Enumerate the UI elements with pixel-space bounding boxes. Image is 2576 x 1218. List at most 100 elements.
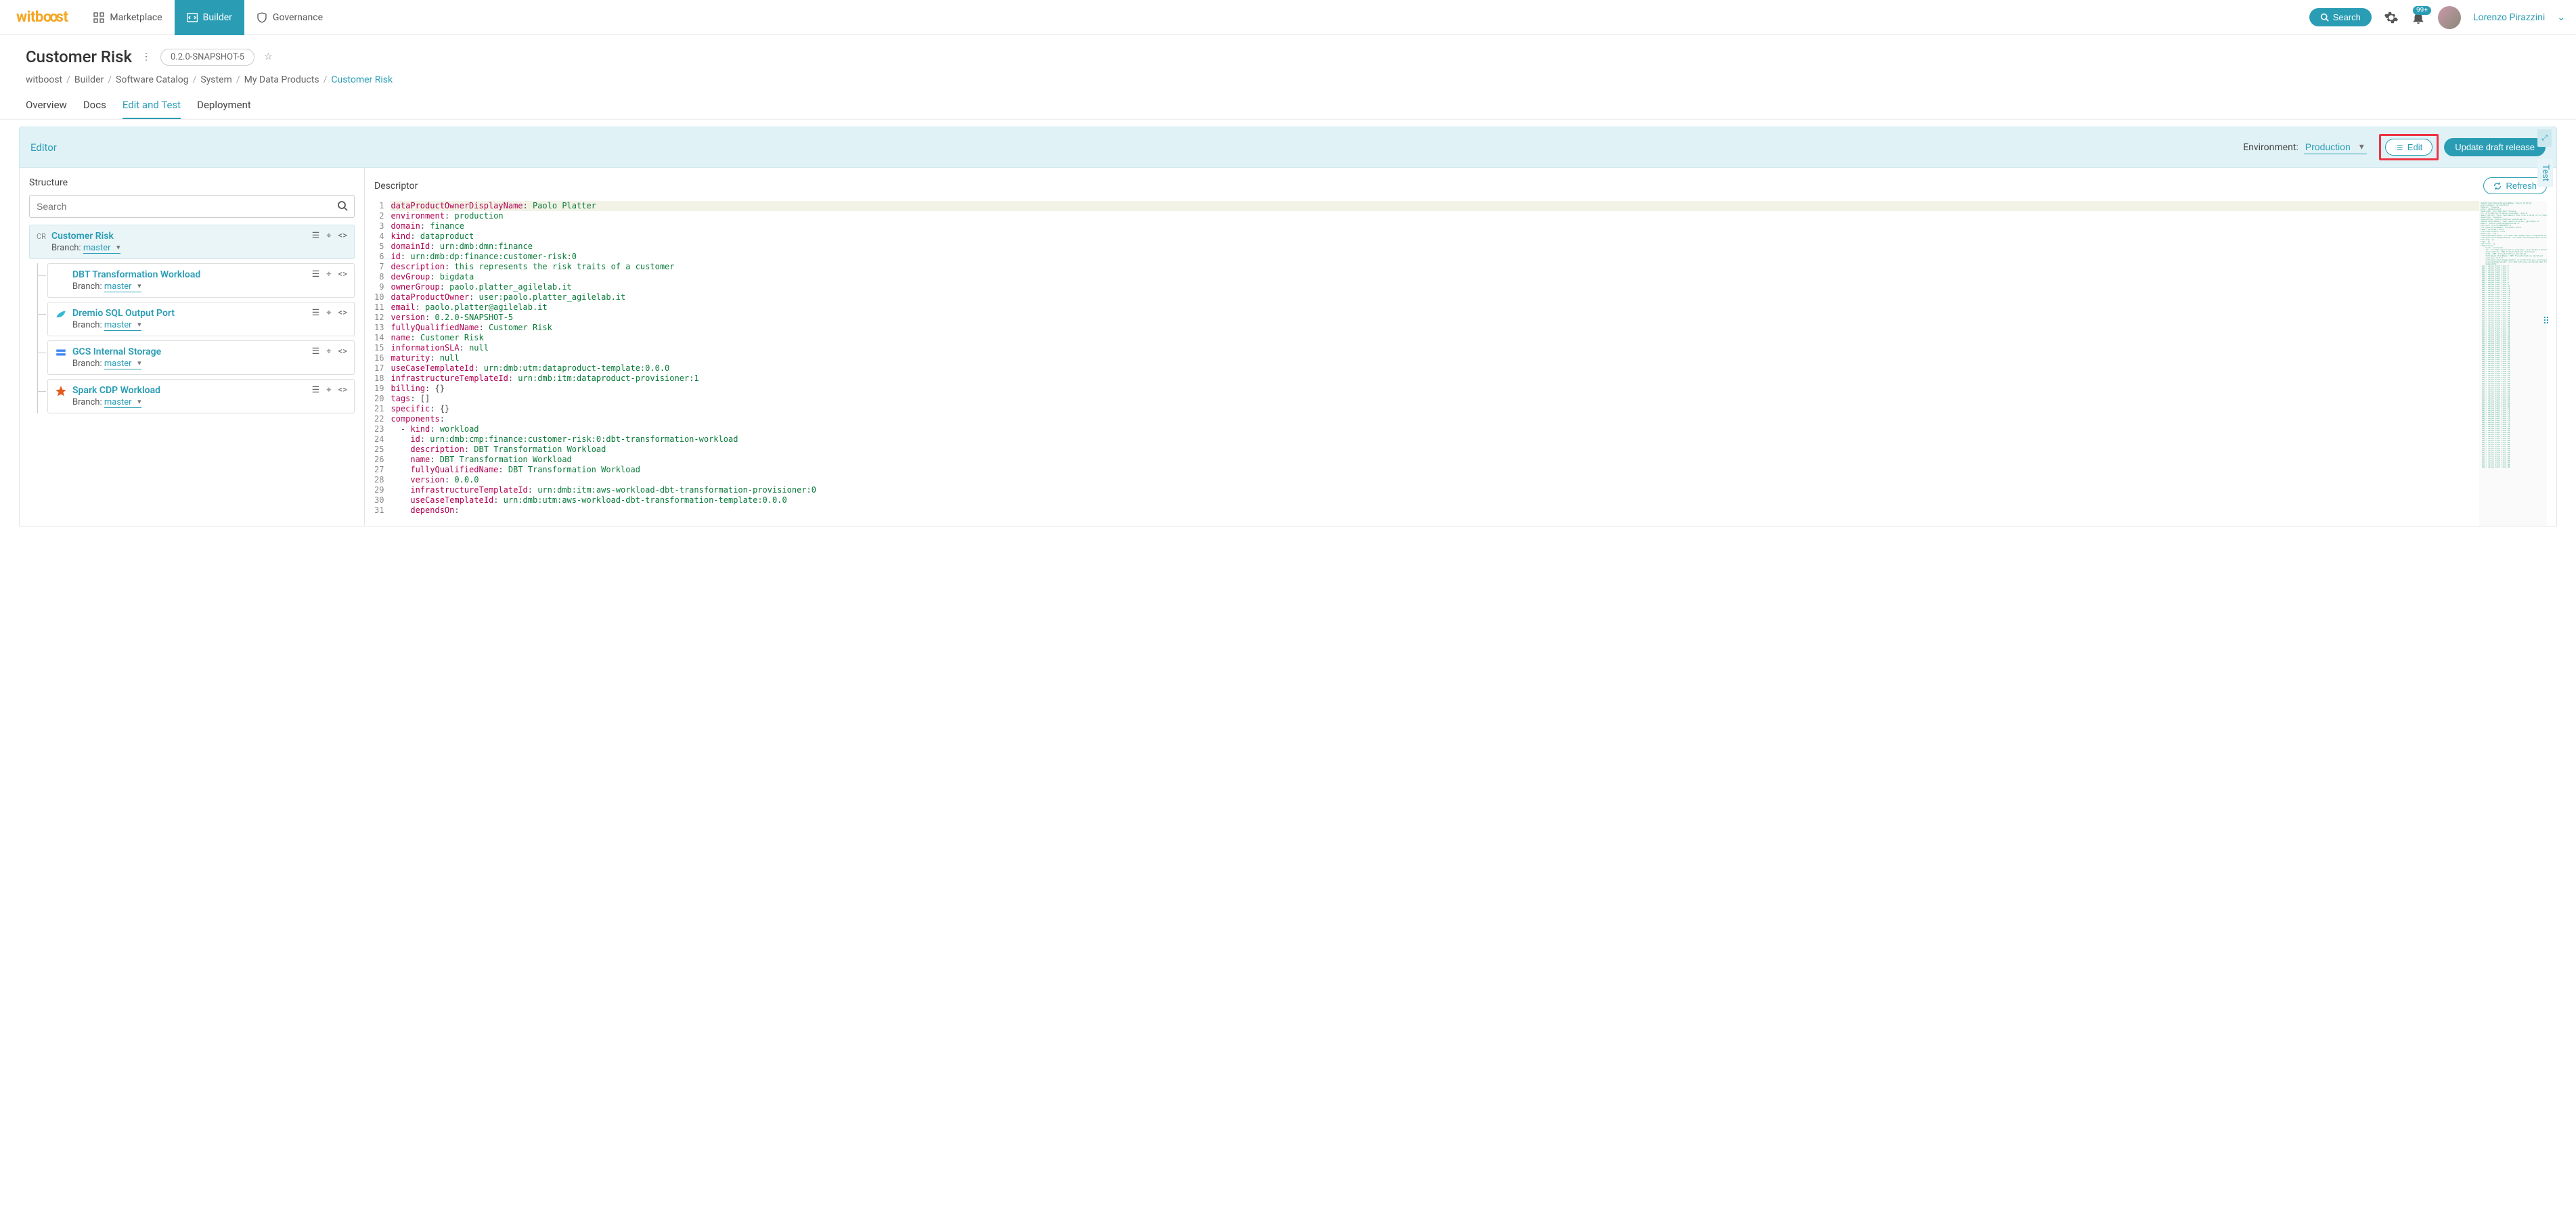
environment-select[interactable]: Production [2304,140,2367,154]
tab-deployment[interactable]: Deployment [197,95,251,119]
code-icon[interactable]: <> [338,346,347,357]
breadcrumb-item[interactable]: Builder [74,74,104,85]
topbar: witboost Marketplace Builder Governance … [0,0,2576,35]
branch-label: Branch: [72,359,102,369]
code-icon[interactable]: <> [338,231,347,241]
target-icon[interactable]: ⌖ [326,346,331,357]
list-icon[interactable]: ☰ [312,385,320,395]
list-icon[interactable]: ☰ [312,346,320,357]
edit-button[interactable]: Edit [2385,139,2433,156]
search-icon[interactable] [337,200,348,211]
edit-label: Edit [2407,142,2422,152]
search-label: Search [2333,12,2361,22]
tree-item[interactable]: Spark CDP Workload Branch: master ☰ ⌖ <> [47,379,355,413]
more-menu-button[interactable]: ⋮ [141,51,151,62]
expand-icon[interactable]: ⤢ [2537,129,2552,147]
gcs-icon [55,346,67,359]
dbt-icon [55,269,67,281]
list-icon[interactable]: ☰ [312,308,320,318]
list-icon[interactable]: ☰ [312,231,320,241]
branch-select[interactable]: master [104,359,141,369]
breadcrumb-item[interactable]: witboost [26,74,62,85]
logo: witboost [16,9,68,26]
nav-marketplace[interactable]: Marketplace [81,0,174,35]
tree-item[interactable]: DBT Transformation Workload Branch: mast… [47,263,355,298]
spark-icon [55,385,67,397]
gear-icon[interactable] [2384,10,2399,25]
notifications-button[interactable]: 99+ [2411,10,2426,25]
list-icon [2395,143,2403,152]
test-side-tab[interactable]: Test [2537,159,2553,187]
editor-area: ⤢ Test ⠿ Editor Environment: Production … [0,120,2576,533]
avatar[interactable] [2438,6,2461,29]
breadcrumb-item[interactable]: Software Catalog [116,74,189,85]
tabs: Overview Docs Edit and Test Deployment [0,95,2576,120]
main-panels: Structure CR Customer Risk Branch: maste… [19,168,2557,526]
code-icon[interactable]: <> [338,308,347,318]
dremio-icon [55,308,67,320]
version-pill[interactable]: 0.2.0-SNAPSHOT-5 [160,49,254,66]
user-name[interactable]: Lorenzo Pirazzini [2473,12,2545,23]
breadcrumb-sep: / [66,74,70,85]
row-actions: ☰ ⌖ <> [312,308,347,318]
branch-select[interactable]: master [83,243,120,254]
search-input[interactable] [29,195,355,218]
target-icon[interactable]: ⌖ [326,231,331,241]
code-icon[interactable]: <> [338,385,347,395]
notification-badge: 99+ [2413,6,2431,15]
breadcrumb: witboost/Builder/Software Catalog/System… [0,73,2576,95]
update-draft-button[interactable]: Update draft release [2444,138,2546,156]
nav-label: Governance [273,12,323,23]
row-actions: ☰ ⌖ <> [312,231,347,241]
nav-builder[interactable]: Builder [175,0,244,35]
refresh-icon [2493,182,2502,190]
nav-governance[interactable]: Governance [244,0,335,35]
search-button[interactable]: Search [2309,8,2372,26]
target-icon[interactable]: ⌖ [326,269,331,279]
code-editor[interactable]: 1234567891011121314151617181920212223242… [374,201,2547,526]
descriptor-title: Descriptor [374,181,418,191]
main-nav: Marketplace Builder Governance [81,0,335,35]
tree-item[interactable]: GCS Internal Storage Branch: master ☰ ⌖ … [47,340,355,375]
nav-label: Marketplace [110,12,162,23]
tree-root[interactable]: CR Customer Risk Branch: master ☰ ⌖ <> [29,225,355,259]
search-icon [2320,13,2329,22]
tree-item[interactable]: Dremio SQL Output Port Branch: master ☰ … [47,302,355,336]
env-label: Environment: [2243,142,2299,153]
breadcrumb-item[interactable]: My Data Products [244,74,319,85]
nav-label: Builder [203,12,232,23]
tree-children: DBT Transformation Workload Branch: mast… [37,263,355,413]
edit-button-highlight: Edit [2379,134,2439,160]
tab-docs[interactable]: Docs [83,95,106,119]
minimap[interactable]: dataProductOwnerDisplayName: Paolo Platt… [2479,201,2547,526]
code-icon[interactable]: <> [338,269,347,279]
tab-overview[interactable]: Overview [26,95,67,119]
branch-label: Branch: [72,281,102,292]
branch-select[interactable]: master [104,320,141,331]
target-icon[interactable]: ⌖ [326,385,331,395]
branch-label: Branch: [72,397,102,407]
row-actions: ☰ ⌖ <> [312,385,347,395]
chevron-down-icon[interactable]: ⌄ [2557,12,2565,23]
structure-title: Structure [29,177,68,188]
breadcrumb-sep: / [193,74,197,85]
code-content[interactable]: dataProductOwnerDisplayName: Paolo Platt… [391,201,2479,526]
title-row: Customer Risk ⋮ 0.2.0-SNAPSHOT-5 ☆ [0,35,2576,73]
row-actions: ☰ ⌖ <> [312,269,347,279]
drag-handle-icon[interactable]: ⠿ [2543,316,2550,327]
star-icon[interactable]: ☆ [264,51,273,62]
target-icon[interactable]: ⌖ [326,308,331,318]
breadcrumb-sep: / [108,74,112,85]
breadcrumb-sep: / [324,74,328,85]
branch-select[interactable]: master [104,397,141,408]
branch-label: Branch: [51,243,81,253]
refresh-label: Refresh [2506,181,2537,191]
row-actions: ☰ ⌖ <> [312,346,347,357]
tab-edit-and-test[interactable]: Edit and Test [123,95,181,119]
breadcrumb-item[interactable]: System [200,74,231,85]
branch-select[interactable]: master [104,281,141,292]
root-name: Customer Risk [51,231,307,242]
structure-panel: Structure CR Customer Risk Branch: maste… [20,168,365,526]
editor-label: Editor [30,141,57,154]
list-icon[interactable]: ☰ [312,269,320,279]
